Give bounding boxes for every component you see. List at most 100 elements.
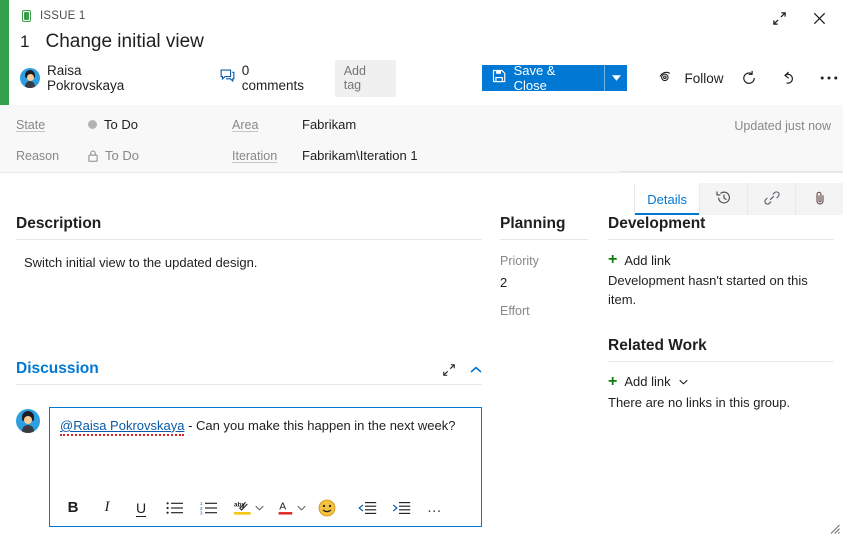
description-text[interactable]: Switch initial view to the updated desig… <box>16 240 482 273</box>
planning-heading: Planning <box>500 215 566 232</box>
field-reason-label: Reason <box>16 148 60 163</box>
comment-bubble-icon <box>220 69 235 88</box>
development-heading: Development <box>608 215 706 232</box>
tab-links[interactable] <box>747 183 795 215</box>
resize-grip[interactable] <box>827 521 840 534</box>
comments-button[interactable]: 0 comments <box>220 63 315 93</box>
state-dot-icon <box>88 120 97 129</box>
breadcrumb[interactable]: ISSUE 1 <box>20 0 843 26</box>
tab-attachments[interactable] <box>795 183 843 215</box>
priority-label: Priority <box>500 254 539 268</box>
svg-text:3: 3 <box>200 510 203 514</box>
planning-effort-field[interactable]: Effort <box>500 304 588 318</box>
comment-text[interactable]: @Raisa Pokrovskaya - Can you make this h… <box>50 408 481 490</box>
numbered-list-icon[interactable]: 1 2 3 <box>196 494 222 522</box>
related-work-add-link-label: Add link <box>624 374 671 390</box>
chevron-down-icon[interactable] <box>678 379 688 385</box>
description-column: Description Switch initial view to the u… <box>16 215 482 527</box>
chevron-up-icon[interactable] <box>470 366 482 374</box>
decrease-indent-icon[interactable] <box>354 494 380 522</box>
planning-divider <box>500 239 588 240</box>
discussion-actions <box>442 363 482 384</box>
history-icon <box>715 190 732 209</box>
plus-icon: + <box>608 372 618 390</box>
header-toolbar: Raisa Pokrovskaya 0 comments Add tag Sav… <box>20 59 843 97</box>
related-work-add-link-button[interactable]: + Add link <box>608 372 834 390</box>
save-icon <box>492 69 507 87</box>
related-work-heading: Related Work <box>608 336 707 354</box>
underline-button[interactable]: U <box>128 494 154 522</box>
planning-column: Planning Priority 2 Effort <box>500 215 588 325</box>
svg-text:A: A <box>279 502 286 513</box>
work-item-title[interactable]: Change initial view <box>45 31 203 53</box>
description-heading: Description <box>16 215 102 232</box>
field-area-label: Area <box>232 117 259 132</box>
tab-details[interactable]: Details <box>634 183 699 215</box>
save-and-close-label: Save & Close <box>513 63 556 93</box>
save-options-chevron-down-icon[interactable] <box>603 65 628 91</box>
format-toolbar: B I U 1 2 3 aby A … <box>50 490 481 526</box>
field-state[interactable]: State To Do <box>16 117 138 132</box>
field-iteration-label: Iteration <box>232 148 278 163</box>
mention-chip[interactable]: @Raisa Pokrovskaya <box>60 417 185 436</box>
field-reason-value: To Do <box>88 148 139 163</box>
expand-diagonal-icon[interactable] <box>442 363 456 377</box>
development-divider <box>608 239 834 240</box>
work-item-body: Description Switch initial view to the u… <box>0 215 843 537</box>
state-color-bar <box>0 0 9 105</box>
follow-button[interactable]: Follow <box>659 70 724 86</box>
field-iteration-value: Fabrikam\Iteration 1 <box>302 148 418 163</box>
save-and-close-group: Save & Close <box>481 63 628 93</box>
work-item-id: 1 <box>20 32 30 51</box>
related-work-divider <box>608 360 834 362</box>
related-work-empty-text: There are no links in this group. <box>608 394 791 410</box>
development-column: Development + Add link Development hasn'… <box>608 215 834 413</box>
fields-divider <box>620 171 843 172</box>
field-area-value: Fabrikam <box>302 117 357 132</box>
planning-priority-field[interactable]: Priority 2 <box>500 254 588 290</box>
comment-composer-row: @Raisa Pokrovskaya - Can you make this h… <box>16 406 482 527</box>
increase-indent-icon[interactable] <box>388 494 414 522</box>
fields-strip: State To Do Reason To Do Area Fabrikam I… <box>0 105 843 173</box>
avatar <box>16 408 40 433</box>
tab-details-label: Details <box>647 191 687 207</box>
follow-eye-icon <box>659 70 676 86</box>
bullet-list-icon[interactable] <box>162 494 188 522</box>
field-state-value: To Do <box>88 117 138 132</box>
assigned-to[interactable]: Raisa Pokrovskaya <box>20 63 162 93</box>
refresh-icon[interactable] <box>736 65 764 91</box>
avatar <box>20 68 40 88</box>
italic-button[interactable]: I <box>94 494 120 522</box>
development-add-link-label: Add link <box>624 252 671 268</box>
font-color-chevron-down-icon[interactable] <box>294 505 308 511</box>
field-reason: Reason To Do <box>16 148 139 163</box>
discussion-header: Discussion <box>16 360 482 384</box>
reason-text: To Do <box>105 148 139 163</box>
discussion-divider <box>16 383 482 385</box>
title-row: 1 Change initial view <box>20 31 843 53</box>
tab-history[interactable] <box>699 183 747 215</box>
comment-editor[interactable]: @Raisa Pokrovskaya - Can you make this h… <box>49 406 482 527</box>
comment-rest-text: - Can you make this happen in the next w… <box>184 417 456 433</box>
updated-status: Updated just now <box>734 119 831 133</box>
detail-tabs: Details <box>634 183 843 215</box>
plus-icon: + <box>608 251 618 268</box>
discussion-heading[interactable]: Discussion <box>16 360 99 384</box>
development-add-link-button[interactable]: + Add link <box>608 252 834 268</box>
assignee-name: Raisa Pokrovskaya <box>47 63 125 93</box>
add-tag-button[interactable]: Add tag <box>334 59 396 97</box>
effort-label: Effort <box>500 304 530 318</box>
more-format-options-button[interactable]: … <box>422 494 448 522</box>
attachment-icon <box>812 190 828 209</box>
highlight-chevron-down-icon[interactable] <box>252 505 266 511</box>
emoji-icon[interactable] <box>314 494 340 522</box>
bold-button[interactable]: B <box>60 494 86 522</box>
more-actions-icon[interactable] <box>815 65 843 91</box>
field-area[interactable]: Area Fabrikam <box>232 117 356 132</box>
follow-label: Follow <box>684 70 724 86</box>
save-and-close-button[interactable]: Save & Close <box>481 63 604 93</box>
priority-value: 2 <box>500 275 508 290</box>
field-iteration[interactable]: Iteration Fabrikam\Iteration 1 <box>232 148 418 163</box>
development-empty-text: Development hasn't started on this item. <box>608 273 808 307</box>
undo-icon[interactable] <box>775 65 803 91</box>
